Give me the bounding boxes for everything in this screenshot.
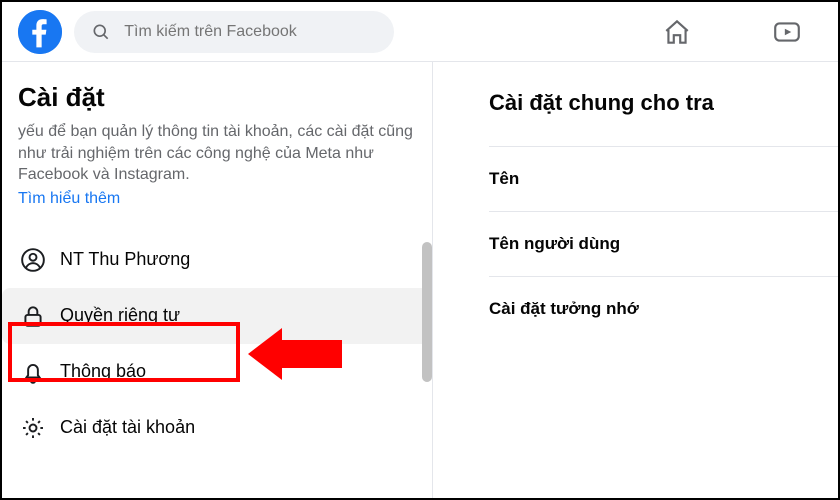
search-box[interactable] [74,11,394,53]
tutorial-arrow-icon [248,328,342,380]
setting-row-memorialization[interactable]: Cài đặt tưởng nhớ [489,276,838,341]
setting-row-name[interactable]: Tên [489,146,838,211]
setting-row-username[interactable]: Tên người dùng [489,211,838,276]
scrollbar[interactable] [422,242,432,382]
settings-sidebar: Cài đặt yếu để bạn quản lý thông tin tài… [2,62,432,498]
watch-icon[interactable] [772,17,802,47]
sidebar-item-account-settings[interactable]: Cài đặt tài khoản [2,400,432,456]
home-icon[interactable] [662,17,692,47]
page-title: Cài đặt [18,82,416,113]
settings-description: yếu để bạn quản lý thông tin tài khoản, … [18,121,416,186]
facebook-logo[interactable] [18,10,62,54]
profile-icon [20,247,46,273]
search-input[interactable] [124,23,380,41]
sidebar-item-privacy[interactable]: Quyền riêng tư [2,288,432,344]
sidebar-item-label: NT Thu Phương [60,249,190,270]
sidebar-item-label: Quyền riêng tư [60,305,180,326]
sidebar-item-label: Cài đặt tài khoản [60,417,195,438]
lock-icon [20,303,46,329]
sidebar-item-label: Thông báo [60,361,146,382]
main-heading: Cài đặt chung cho tra [489,90,838,116]
sidebar-item-notifications[interactable]: Thông báo [2,344,432,400]
sidebar-item-profile[interactable]: NT Thu Phương [2,232,432,288]
top-bar [2,2,838,62]
settings-menu: NT Thu Phương Quyền riêng tư Thông báo C… [2,232,432,456]
gear-icon [20,415,46,441]
learn-more-link[interactable]: Tìm hiểu thêm [18,190,120,208]
main-panel: Cài đặt chung cho tra Tên Tên người dùng… [432,62,838,498]
bell-icon [20,359,46,385]
search-icon [88,17,114,47]
